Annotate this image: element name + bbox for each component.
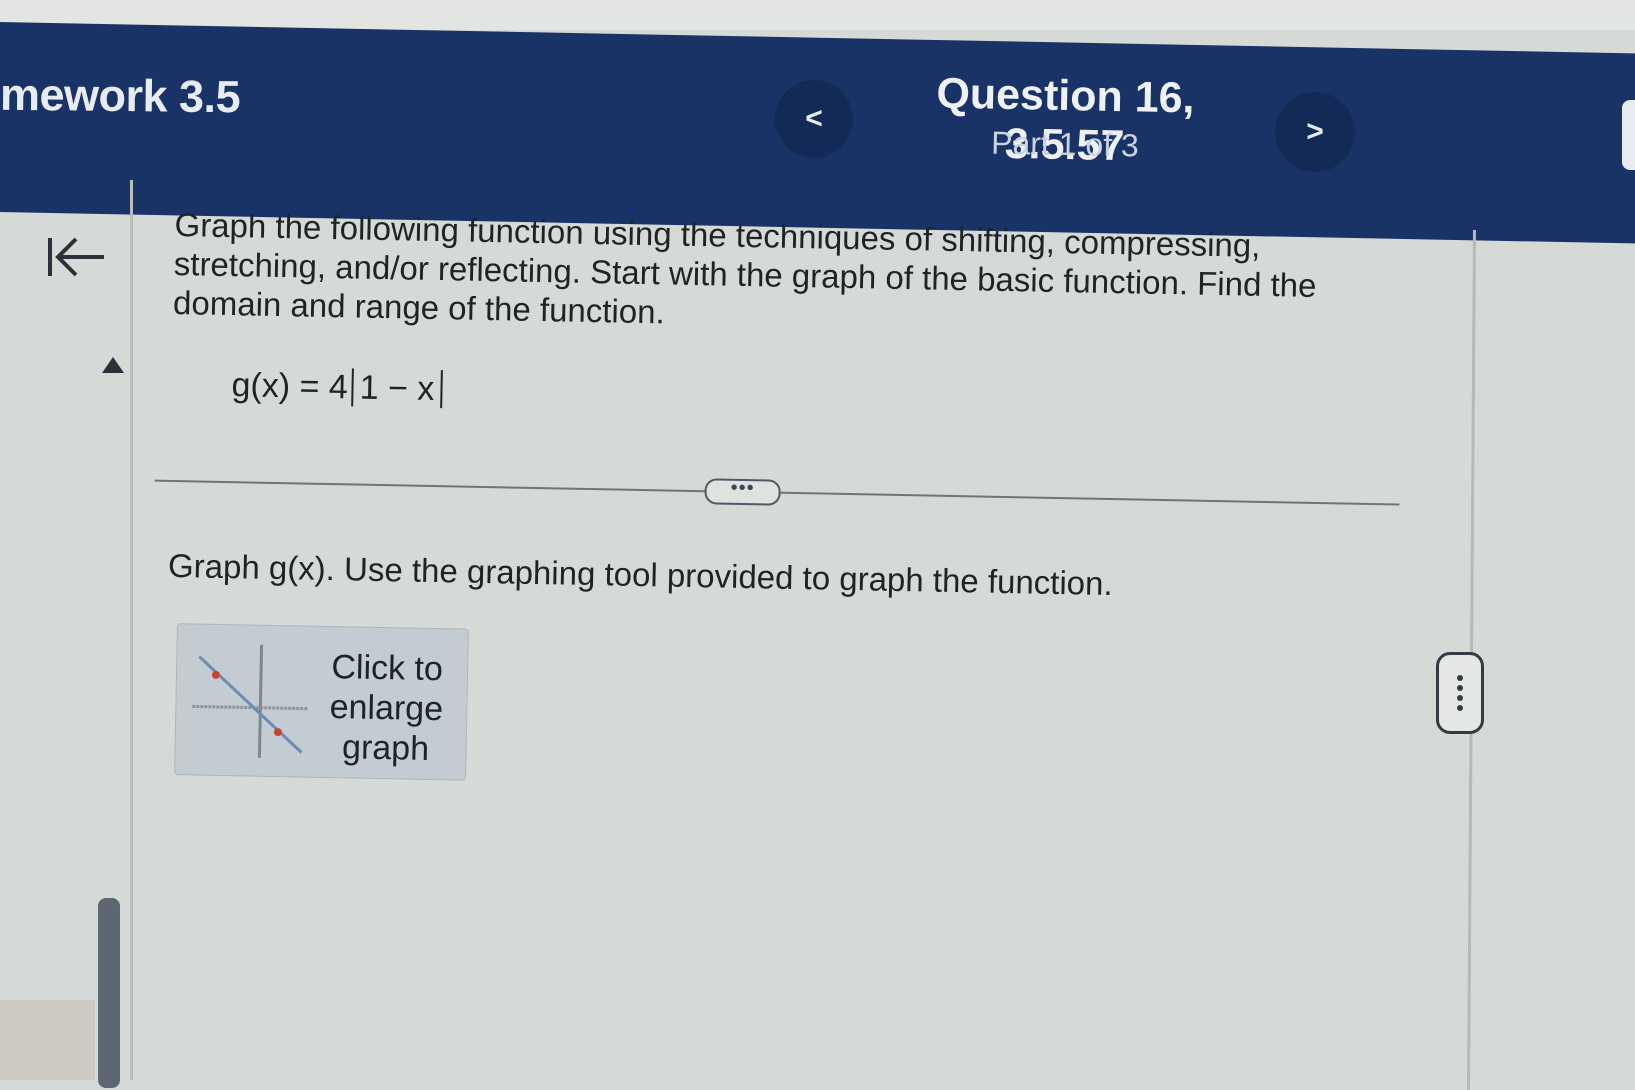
header-edge-control[interactable] xyxy=(1622,100,1635,170)
chevron-right-icon: > xyxy=(1306,115,1324,148)
browser-top-strip xyxy=(0,0,1635,30)
up-arrow-icon[interactable] xyxy=(100,355,126,375)
question-content: Graph the following function using the t… xyxy=(154,205,1425,781)
chevron-left-icon: < xyxy=(805,102,823,135)
vertical-ellipsis-icon xyxy=(1457,675,1463,681)
function-lhs: g(x) = 4 xyxy=(231,366,349,407)
sidebar-divider xyxy=(130,180,133,1080)
previous-question-button[interactable]: < xyxy=(775,80,853,158)
assignment-title: mework 3.5 xyxy=(0,68,241,123)
graph-thumbnail-icon xyxy=(192,644,309,758)
more-options-button[interactable] xyxy=(1436,652,1484,734)
question-instructions: Graph the following function using the t… xyxy=(172,205,1317,331)
scrollbar-thumb[interactable] xyxy=(98,898,120,1088)
next-question-button[interactable]: > xyxy=(1275,92,1355,172)
graph-prompt: Graph g(x). Use the graphing tool provid… xyxy=(167,546,1114,603)
function-absolute-value: 1 − x xyxy=(351,368,443,409)
enlarge-graph-label: Click to enlarge graph xyxy=(329,648,444,768)
desk-background xyxy=(0,1000,95,1080)
expand-ellipsis-button[interactable]: ••• xyxy=(704,477,781,506)
question-part-indicator: Part 1 of 3 xyxy=(990,124,1140,164)
enlarge-graph-button[interactable]: Click to enlarge graph xyxy=(174,623,469,781)
collapse-left-icon[interactable] xyxy=(44,232,108,282)
function-expression: g(x) = 41 − x xyxy=(231,366,443,409)
